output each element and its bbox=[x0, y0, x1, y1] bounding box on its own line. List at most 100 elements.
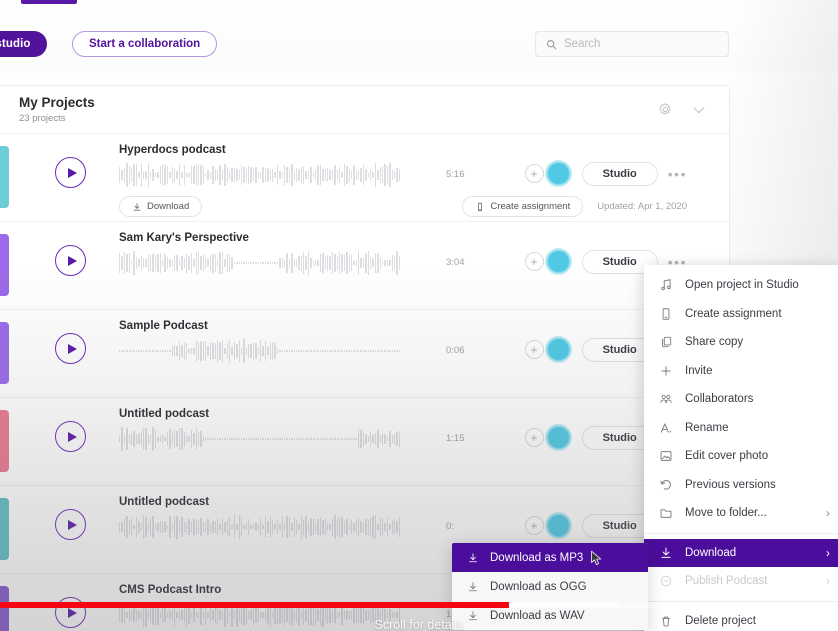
menu-item-edit-cover-photo[interactable]: Edit cover photo bbox=[644, 442, 838, 471]
studio-button-label: Studio bbox=[603, 168, 637, 180]
search-input[interactable]: Search bbox=[535, 31, 729, 57]
project-thumbnail[interactable] bbox=[0, 498, 9, 560]
collaborator-avatar[interactable] bbox=[545, 336, 572, 363]
project-row[interactable]: Sample Podcast 0:06 + Studio ••• PRIVATE bbox=[0, 310, 729, 398]
chevron-right-icon: › bbox=[826, 506, 830, 520]
menu-item-download[interactable]: Download › bbox=[644, 539, 838, 568]
menu-item-create-assignment[interactable]: Create assignment bbox=[644, 300, 838, 329]
project-thumbnail[interactable] bbox=[0, 322, 9, 384]
play-button[interactable] bbox=[55, 245, 86, 276]
project-title: CMS Podcast Intro bbox=[119, 584, 221, 596]
studio-button-label: Studio bbox=[603, 344, 637, 356]
search-placeholder-text: Search bbox=[564, 38, 600, 50]
project-context-menu[interactable]: Open project in Studio Create assignment… bbox=[644, 265, 838, 631]
start-collaboration-label: Start a collaboration bbox=[89, 38, 200, 50]
menu-item-open-project-in-studio[interactable]: Open project in Studio bbox=[644, 271, 838, 300]
project-row[interactable]: Sam Kary's Perspective 3:04 + Studio •••… bbox=[0, 222, 729, 310]
collaborator-avatar[interactable] bbox=[545, 248, 572, 275]
audio-waveform[interactable] bbox=[119, 512, 437, 542]
play-triangle-icon bbox=[68, 520, 77, 530]
image-icon bbox=[659, 449, 673, 463]
menu-item-invite[interactable]: Invite bbox=[644, 357, 838, 386]
image-icon bbox=[659, 449, 673, 463]
project-title: Sample Podcast bbox=[119, 320, 208, 332]
play-button[interactable] bbox=[55, 421, 86, 452]
app-root: nter studio Start a collaboration Search… bbox=[0, 0, 838, 631]
menu-item-label: Open project in Studio bbox=[685, 279, 830, 291]
menu-item-move-to-folder[interactable]: Move to folder... › bbox=[644, 499, 838, 528]
menu-item-publish-podcast[interactable]: Publish Podcast › bbox=[644, 567, 838, 596]
audio-waveform[interactable] bbox=[119, 336, 437, 366]
audio-waveform[interactable] bbox=[119, 248, 437, 278]
start-collaboration-button[interactable]: Start a collaboration bbox=[72, 31, 217, 57]
menu-item-label: Create assignment bbox=[685, 308, 830, 320]
publish-icon bbox=[659, 574, 673, 588]
project-row[interactable]: Hyperdocs podcast 5:16 + Studio ••• Down… bbox=[0, 134, 729, 222]
audio-waveform[interactable] bbox=[119, 424, 437, 454]
project-count-label: 23 projects bbox=[19, 113, 95, 124]
submenu-item-download-as-mp3[interactable]: Download as MP3 bbox=[452, 543, 648, 572]
history-icon bbox=[659, 478, 673, 492]
project-duration: 0: bbox=[446, 521, 454, 532]
add-collaborator-button[interactable]: + bbox=[525, 252, 544, 271]
menu-item-label: Move to folder... bbox=[685, 507, 814, 519]
project-thumbnail[interactable] bbox=[0, 146, 9, 208]
gear-icon[interactable] bbox=[658, 102, 673, 117]
search-icon bbox=[546, 39, 557, 50]
video-progress-bar[interactable] bbox=[0, 602, 838, 608]
menu-item-collaborators[interactable]: Collaborators bbox=[644, 385, 838, 414]
my-projects-header: My Projects 23 projects bbox=[0, 86, 729, 134]
create-assignment-button[interactable]: Create assignment bbox=[462, 196, 583, 217]
audio-waveform[interactable] bbox=[119, 160, 437, 190]
collaborator-avatar[interactable] bbox=[545, 512, 572, 539]
add-collaborator-button[interactable]: + bbox=[525, 340, 544, 359]
menu-item-label: Rename bbox=[685, 422, 830, 434]
project-title: Untitled podcast bbox=[119, 408, 209, 420]
download-button[interactable]: Download bbox=[119, 196, 202, 217]
project-row[interactable]: Untitled podcast 1:15 + Studio ••• PRIVA… bbox=[0, 398, 729, 486]
menu-item-previous-versions[interactable]: Previous versions bbox=[644, 471, 838, 500]
updated-label: Updated: Apr 1, 2020 bbox=[597, 201, 687, 212]
studio-button-label: Studio bbox=[603, 256, 637, 268]
video-played-bar bbox=[0, 602, 509, 608]
tablet-icon bbox=[659, 307, 673, 321]
project-thumbnail[interactable] bbox=[0, 410, 9, 472]
publish-icon bbox=[659, 574, 673, 588]
text-a-icon bbox=[659, 421, 673, 435]
menu-item-label: Publish Podcast bbox=[685, 575, 814, 587]
add-collaborator-button[interactable]: + bbox=[525, 164, 544, 183]
project-duration: 1:15 bbox=[446, 433, 465, 444]
add-collaborator-button[interactable]: + bbox=[525, 516, 544, 535]
play-button[interactable] bbox=[55, 157, 86, 188]
submenu-item-download-as-ogg[interactable]: Download as OGG bbox=[452, 572, 648, 601]
enter-studio-label: nter studio bbox=[0, 38, 31, 50]
add-collaborator-button[interactable]: + bbox=[525, 428, 544, 447]
scroll-hint-label: Scroll for details bbox=[0, 618, 838, 631]
people-icon bbox=[659, 392, 673, 406]
download-icon bbox=[659, 546, 673, 560]
folder-icon bbox=[659, 506, 673, 520]
more-options-button[interactable]: ••• bbox=[668, 166, 687, 182]
menu-item-share-copy[interactable]: Share copy bbox=[644, 328, 838, 357]
chevron-down-icon[interactable] bbox=[691, 102, 707, 118]
collaborator-avatar[interactable] bbox=[545, 424, 572, 451]
menu-item-rename[interactable]: Rename bbox=[644, 414, 838, 443]
row-actions: + Studio ••• bbox=[525, 160, 687, 187]
download-submenu[interactable]: Download as MP3 Download as OGG Download… bbox=[452, 543, 648, 630]
menu-item-label: Share copy bbox=[685, 336, 830, 348]
active-tab-underline bbox=[21, 0, 77, 4]
play-button[interactable] bbox=[55, 509, 86, 540]
download-icon bbox=[467, 552, 479, 564]
row-meta: Download Create assignment Updated: Apr … bbox=[119, 196, 687, 217]
project-title: Untitled podcast bbox=[119, 496, 209, 508]
play-button[interactable] bbox=[55, 333, 86, 364]
history-icon bbox=[659, 478, 673, 492]
menu-item-label: Download bbox=[685, 547, 814, 559]
download-icon bbox=[466, 580, 479, 593]
music-note-icon bbox=[659, 278, 673, 292]
play-triangle-icon bbox=[68, 168, 77, 178]
project-thumbnail[interactable] bbox=[0, 234, 9, 296]
enter-studio-button[interactable]: nter studio bbox=[0, 31, 47, 57]
collaborator-avatar[interactable] bbox=[545, 160, 572, 187]
studio-button[interactable]: Studio bbox=[582, 162, 658, 186]
